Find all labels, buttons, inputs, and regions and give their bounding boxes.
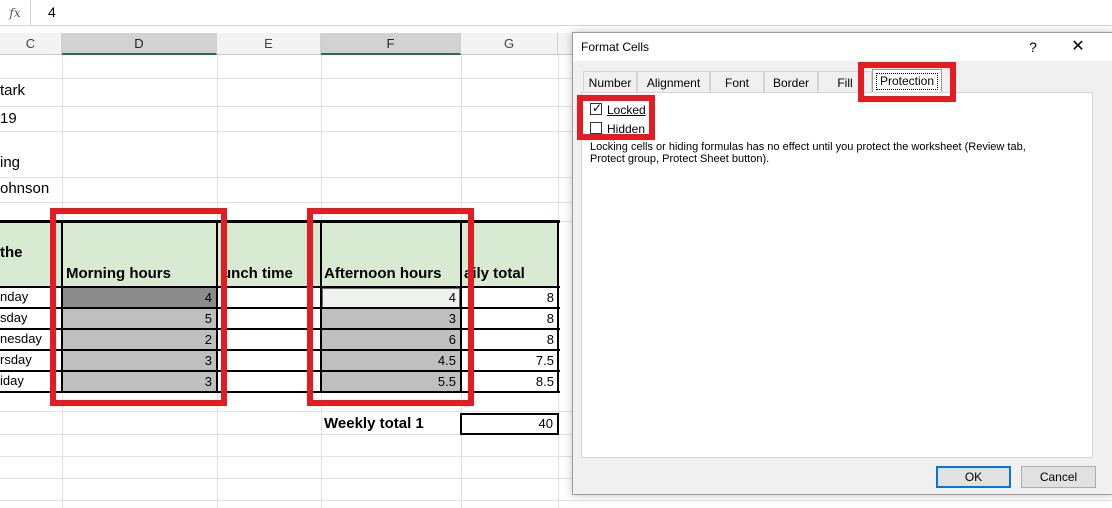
- ok-button[interactable]: OK: [936, 466, 1011, 488]
- cell-c-role: ing: [0, 154, 21, 171]
- cell-c-name: tark: [0, 82, 26, 99]
- column-header-f[interactable]: F: [321, 33, 461, 55]
- row-4-total[interactable]: 7.5: [462, 351, 558, 371]
- weekly-total-value: 40: [538, 416, 553, 431]
- column-header-e[interactable]: E: [217, 33, 321, 55]
- help-button[interactable]: ?: [1021, 35, 1045, 59]
- header-daily-total: aily total: [464, 265, 525, 282]
- highlight-checkboxes: [577, 95, 655, 140]
- cell-c-manager: ohnson: [0, 180, 50, 197]
- highlight-morning-column: [50, 208, 227, 406]
- weekly-total-label: Weekly total 1: [324, 415, 424, 432]
- formula-input[interactable]: 4: [48, 0, 56, 25]
- row-1-day: nday: [0, 289, 29, 304]
- protection-panel: ✓ Locked Hidden Locking cells or hiding …: [581, 92, 1093, 458]
- column-header-g[interactable]: G: [461, 33, 558, 55]
- header-lunch-time: unch time: [222, 265, 293, 282]
- formula-bar: fx 4: [0, 0, 1112, 26]
- column-header-d[interactable]: D: [62, 33, 217, 55]
- weekly-total-cell[interactable]: 40: [460, 413, 559, 435]
- row-2-total[interactable]: 8: [462, 309, 558, 329]
- dialog-title: Format Cells: [581, 40, 650, 54]
- column-header-c[interactable]: C: [0, 33, 62, 55]
- dialog-titlebar[interactable]: Format Cells ? ✕: [573, 33, 1112, 61]
- cancel-button[interactable]: Cancel: [1021, 466, 1096, 488]
- cell-c-year: 19: [0, 110, 17, 127]
- tab-font[interactable]: Font: [710, 71, 764, 93]
- tab-border[interactable]: Border: [764, 71, 818, 93]
- row-5-day: iday: [0, 373, 24, 388]
- highlight-protection-tab: [858, 62, 956, 102]
- row-1-total[interactable]: 8: [462, 288, 558, 308]
- row-4-day: rsday: [0, 352, 32, 367]
- highlight-afternoon-column: [307, 208, 474, 406]
- tab-alignment[interactable]: Alignment: [637, 71, 710, 93]
- close-icon[interactable]: ✕: [1063, 35, 1093, 59]
- row-5-total[interactable]: 8.5: [462, 372, 558, 392]
- row-3-day: nesday: [0, 331, 42, 346]
- row-3-total[interactable]: 8: [462, 330, 558, 350]
- row-2-day: sday: [0, 310, 28, 325]
- protection-info-text: Locking cells or hiding formulas has no …: [590, 141, 1026, 165]
- fx-icon[interactable]: fx: [0, 0, 31, 25]
- tab-number[interactable]: Number: [583, 71, 637, 93]
